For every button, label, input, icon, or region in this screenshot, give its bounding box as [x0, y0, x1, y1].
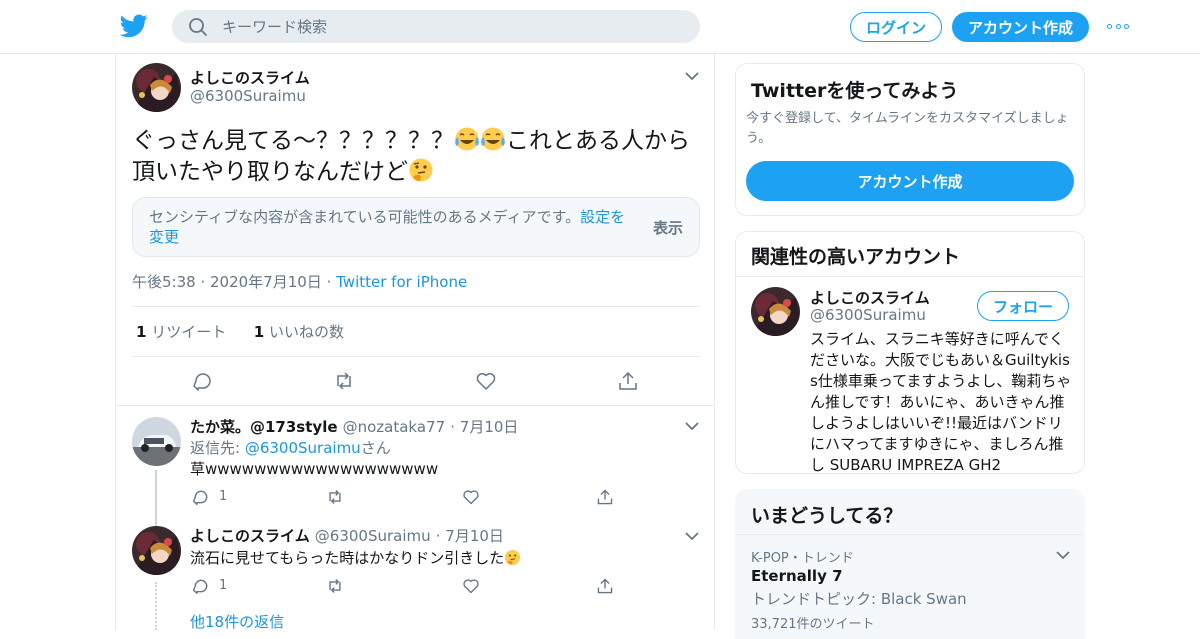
follow-button[interactable]: フォロー: [977, 291, 1069, 321]
divider: [736, 276, 1084, 277]
thinking-face-emoji-icon: [505, 549, 521, 566]
divider: [736, 534, 1084, 535]
avatar-image: [132, 526, 181, 575]
author-name[interactable]: よしこのスライム: [190, 67, 310, 88]
trends-card: いまどうしてる？ K-POP・トレンド Eternally 7 トレンドトピック…: [735, 489, 1085, 639]
divider: [132, 356, 700, 357]
tweet-text: ぐっさん見てる～？？？？？？ これとある人から頂いたやり取りなんだけど: [132, 126, 702, 188]
tweet-source-link[interactable]: Twitter for iPhone: [336, 273, 467, 291]
avatar[interactable]: [132, 526, 181, 575]
tweet-text-part1: ぐっさん見てる～？？？？？？: [132, 128, 454, 154]
login-button[interactable]: ログイン: [850, 12, 942, 42]
reply-header: たか菜。@173style @nozataka77 · 7月10日: [190, 418, 519, 436]
avatar-image: [751, 287, 800, 336]
tweet-meta: 午後5:38 · 2020年7月10日 · Twitter for iPhone: [132, 273, 468, 291]
twitter-logo-icon[interactable]: [120, 13, 148, 39]
avatar[interactable]: [751, 287, 800, 336]
avatar[interactable]: [132, 63, 181, 112]
related-accounts-title: 関連性の高いアカウント: [751, 246, 961, 268]
trends-title: いまどうしてる？: [751, 505, 903, 527]
trend-topic: トレンドトピック: Black Swan: [751, 590, 967, 608]
tweet-date[interactable]: 2020年7月10日: [210, 273, 322, 291]
reply-text: 草wwwwwwwwwwwwwwwwwww: [190, 460, 439, 478]
reply-text: 流石に見せてもらった時はかなりドン引きした: [190, 547, 521, 568]
reply-date[interactable]: 7月10日: [445, 527, 504, 545]
reply-author-handle[interactable]: @nozataka77: [343, 418, 446, 436]
tears-of-joy-emoji-icon: [455, 127, 479, 151]
divider: [132, 306, 700, 307]
reply-count: 1: [219, 578, 228, 593]
chevron-down-icon[interactable]: [685, 71, 699, 81]
reply-icon[interactable]: [192, 488, 210, 506]
trend-count: 33,721件のツイート: [751, 617, 875, 632]
signup-button[interactable]: アカウント作成: [952, 12, 1089, 42]
reply-header: よしこのスライム @6300Suraimu · 7月10日: [190, 527, 504, 545]
reply-icon[interactable]: [192, 370, 214, 392]
like-icon[interactable]: [462, 488, 480, 506]
reply-count: 1: [219, 489, 228, 504]
divider: [116, 405, 714, 406]
retweet-icon[interactable]: [326, 577, 344, 595]
tweet-time[interactable]: 午後5:38: [132, 273, 196, 291]
chevron-down-icon[interactable]: [685, 421, 699, 431]
search-input[interactable]: [222, 17, 662, 36]
retweet-label[interactable]: リツイート: [151, 323, 226, 341]
tweet-stats: 1 リツイート 1 いいねの数: [136, 321, 344, 342]
main-column: よしこのスライム @6300Suraimu ぐっさん見てる～？？？？？？ これと…: [115, 54, 715, 632]
chevron-down-icon[interactable]: [1056, 550, 1070, 560]
reply-to-line: 返信先: @6300Suraimuさん: [190, 439, 391, 457]
top-bar: ログイン アカウント作成: [0, 0, 1200, 54]
trend-name[interactable]: Eternally 7: [751, 567, 843, 585]
thread-line-dotted: [155, 582, 157, 630]
trend-context: K-POP・トレンド: [751, 551, 854, 566]
like-icon[interactable]: [475, 370, 497, 392]
reply-icon[interactable]: [192, 577, 210, 595]
related-accounts-card: 関連性の高いアカウント よしこのスライム @6300Suraimu フォロー ス…: [735, 231, 1085, 474]
chevron-down-icon[interactable]: [685, 531, 699, 541]
reply-author-name[interactable]: よしこのスライム: [190, 527, 310, 545]
thinking-face-emoji-icon: [409, 158, 433, 182]
sensitive-media-notice: センシティブな内容が含まれている可能性のあるメディアです。設定を変更 表示: [132, 197, 700, 257]
reply-date[interactable]: 7月10日: [460, 418, 519, 436]
signup-card-button[interactable]: アカウント作成: [746, 161, 1074, 201]
avatar-image: [132, 63, 181, 112]
share-icon[interactable]: [596, 577, 614, 595]
related-account-name[interactable]: よしこのスライム: [810, 287, 930, 308]
search-icon: [189, 17, 207, 36]
related-account-bio: スライム、スラニキ等好きに呼んでくださいな。大阪でじもあい＆Guiltykiss…: [810, 330, 1072, 474]
signup-card-title: Twitterを使ってみよう: [751, 80, 959, 102]
sensitive-message: センシティブな内容が含まれている可能性のあるメディアです。設定を変更: [149, 208, 626, 246]
reply-to-link[interactable]: @6300Suraimu: [245, 439, 361, 457]
avatar-image: [132, 417, 181, 466]
signup-card: Twitterを使ってみよう 今すぐ登録して、タイムラインをカスタマイズしましょ…: [735, 63, 1085, 216]
more-replies-link[interactable]: 他18件の返信: [190, 611, 284, 632]
like-count[interactable]: 1: [254, 323, 264, 341]
related-account-handle[interactable]: @6300Suraimu: [810, 306, 926, 324]
share-icon[interactable]: [617, 370, 639, 392]
avatar[interactable]: [132, 417, 181, 466]
reply-author-handle[interactable]: @6300Suraimu: [315, 527, 431, 545]
share-icon[interactable]: [596, 488, 614, 506]
tears-of-joy-emoji-icon: [481, 127, 505, 151]
retweet-icon[interactable]: [326, 488, 344, 506]
search-box[interactable]: [172, 10, 700, 43]
retweet-count[interactable]: 1: [136, 323, 146, 341]
author-handle[interactable]: @6300Suraimu: [190, 87, 306, 105]
signup-card-desc: 今すぐ登録して、タイムラインをカスタマイズしましょう。: [746, 111, 1069, 146]
retweet-icon[interactable]: [333, 370, 355, 392]
reply-author-name[interactable]: たか菜。@173style: [190, 418, 338, 436]
show-media-button[interactable]: 表示: [653, 217, 683, 238]
more-icon[interactable]: [1107, 18, 1129, 34]
like-icon[interactable]: [462, 577, 480, 595]
like-label[interactable]: いいねの数: [269, 323, 344, 341]
